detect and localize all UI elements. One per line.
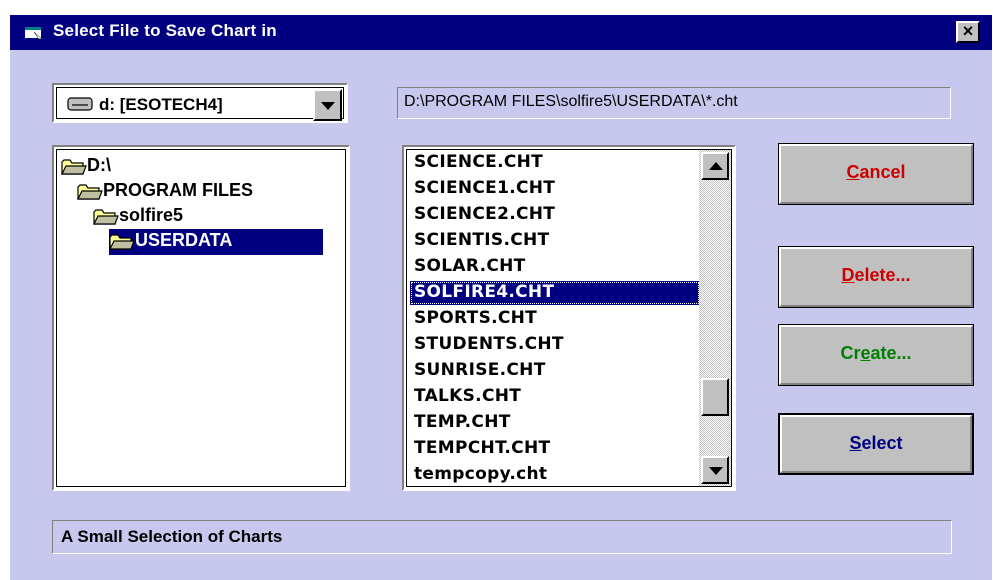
folder-open-icon <box>61 158 87 176</box>
delete-button[interactable]: Delete... <box>778 246 974 308</box>
file-item[interactable]: SPORTS.CHT <box>410 307 700 331</box>
directory-label: solfire5 <box>119 205 184 225</box>
drive-select-value: d: [ESOTECH4] <box>99 95 223 114</box>
file-item[interactable]: SUNRISE.CHT <box>410 359 700 383</box>
window-title: Select File to Save Chart in <box>53 21 277 40</box>
arrow-up-icon <box>709 162 723 170</box>
arrow-down-icon <box>709 467 723 475</box>
file-label: SPORTS.CHT <box>414 308 538 328</box>
file-label: TEMPCHT.CHT <box>414 438 551 458</box>
button-label-text: ate... <box>870 343 912 363</box>
button-label-text: elect <box>861 433 903 453</box>
file-label: SUNRISE.CHT <box>414 360 546 380</box>
file-item[interactable]: TEMPCHT.CHT <box>410 437 700 461</box>
path-text: D:\PROGRAM FILES\solfire5\USERDATA\*.cht <box>404 93 738 110</box>
delete-button-label: Delete... <box>779 265 973 286</box>
drive-dropdown-button[interactable] <box>313 89 342 121</box>
create-button[interactable]: Create... <box>778 324 974 386</box>
path-display: D:\PROGRAM FILES\solfire5\USERDATA\*.cht <box>397 87 951 119</box>
button-mnemonic: e <box>860 343 871 363</box>
cancel-button[interactable]: Cancel <box>778 143 974 205</box>
chevron-down-icon <box>321 102 335 110</box>
file-label: SOLAR.CHT <box>414 256 526 276</box>
select-button-label: Select <box>780 433 972 454</box>
button-mnemonic: C <box>846 162 860 182</box>
drive-select[interactable]: d: [ESOTECH4] <box>52 83 348 123</box>
directory-label: PROGRAM FILES <box>103 180 254 200</box>
save-chart-dialog: Select File to Save Chart in × d: [ESOTE… <box>10 15 992 580</box>
button-mnemonic: D <box>841 265 855 285</box>
file-item[interactable]: TEMP.CHT <box>410 411 700 435</box>
file-label: STUDENTS.CHT <box>414 334 564 354</box>
file-item[interactable]: SCIENCE2.CHT <box>410 203 700 227</box>
file-item[interactable]: SOLFIRE4.CHT <box>410 281 700 305</box>
scroll-down-button[interactable] <box>701 456 729 484</box>
scroll-up-button[interactable] <box>701 152 729 180</box>
file-label: tempcopy.cht <box>414 464 548 484</box>
file-label: SOLFIRE4.CHT <box>414 282 555 302</box>
folder-open-icon <box>77 183 103 201</box>
directory-label: USERDATA <box>135 230 233 250</box>
button-label-text: Cr <box>840 343 861 363</box>
close-button[interactable]: × <box>956 21 980 43</box>
title-bar: Select File to Save Chart in × <box>10 15 992 50</box>
file-label: SCIENCE1.CHT <box>414 178 556 198</box>
file-list-scrollbar[interactable] <box>699 150 731 486</box>
file-label: SCIENCE.CHT <box>414 152 544 172</box>
folder-open-icon <box>93 208 119 226</box>
directory-label: D:\ <box>87 155 111 175</box>
directory-list[interactable]: D:\ PROGRAM FILES solfire5 USERDATA <box>52 145 350 491</box>
app-icon <box>25 27 43 41</box>
close-icon: × <box>962 21 974 41</box>
scroll-thumb[interactable] <box>701 378 729 416</box>
status-bar: A Small Selection of Charts <box>52 520 952 554</box>
file-item[interactable]: SCIENTIS.CHT <box>410 229 700 253</box>
button-label-text: elete... <box>854 265 911 285</box>
create-button-label: Create... <box>779 343 973 364</box>
file-item[interactable]: TALKS.CHT <box>410 385 700 409</box>
file-list[interactable]: tempcopy.cht TEMPCHT.CHT TEMP.CHT TALKS.CHT… <box>402 145 736 491</box>
file-item[interactable]: SOLAR.CHT <box>410 255 700 279</box>
drive-icon <box>67 97 93 111</box>
file-label: SCIENTIS.CHT <box>414 230 550 250</box>
button-mnemonic: S <box>849 433 862 453</box>
status-text: A Small Selection of Charts <box>61 527 283 546</box>
file-label: TALKS.CHT <box>414 386 522 406</box>
file-label: TEMP.CHT <box>414 412 511 432</box>
file-item[interactable]: STUDENTS.CHT <box>410 333 700 357</box>
select-button[interactable]: Select <box>778 413 974 475</box>
cancel-button-label: Cancel <box>779 162 973 183</box>
file-item[interactable]: SCIENCE1.CHT <box>410 177 700 201</box>
folder-open-icon <box>109 233 135 251</box>
file-item[interactable]: SCIENCE.CHT <box>410 151 700 175</box>
file-label: SCIENCE2.CHT <box>414 204 556 224</box>
directory-item[interactable]: USERDATA <box>109 229 323 255</box>
button-label-text: ancel <box>859 162 906 182</box>
file-item[interactable]: tempcopy.cht <box>410 463 700 486</box>
